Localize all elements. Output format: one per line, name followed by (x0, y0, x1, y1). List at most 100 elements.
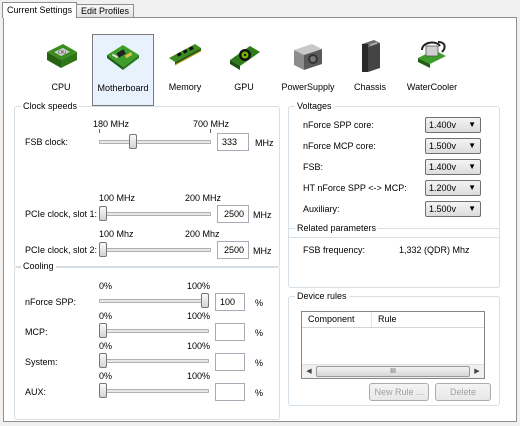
chassis-icon (352, 38, 388, 74)
gpu-icon (226, 38, 262, 74)
cooling-slider-thumb[interactable] (99, 353, 107, 368)
voltage-value: 1.500v (429, 204, 457, 214)
scroll-right-icon[interactable]: ▶ (470, 365, 484, 378)
water-cooler-icon (414, 38, 450, 74)
cooling-slider-thumb[interactable] (99, 383, 107, 398)
cooling-unit-label: % (255, 298, 264, 308)
voltage-value: 1.500v (429, 141, 457, 151)
fsb-slider-track[interactable] (99, 140, 211, 144)
device-rules-group: Device rules Component Rule ◀ III ▶ New … (288, 291, 500, 406)
svg-text:CPU: CPU (58, 50, 66, 55)
pcie-slot2-slider-thumb[interactable] (99, 242, 107, 257)
pcie-slot1-input[interactable]: 2500 (217, 205, 249, 223)
group-title: Cooling (21, 261, 56, 271)
category-label: PowerSupply (281, 82, 335, 92)
horizontal-scrollbar[interactable]: ◀ III ▶ (302, 364, 484, 378)
cooling-slider-track[interactable] (99, 389, 209, 393)
voltages-group: Voltages nForce SPP core: 1.400v ▼ nForce M… (288, 101, 500, 238)
category-water-cooler[interactable]: WaterCooler (400, 34, 464, 106)
pcie-slot2-unit-label: MHz (253, 246, 272, 256)
chevron-down-icon: ▼ (468, 204, 476, 213)
pcie-slot2-input[interactable]: 2500 (217, 241, 249, 259)
tab-edit-profiles[interactable]: Edit Profiles (76, 4, 135, 18)
voltage-label: nForce SPP core: (303, 120, 374, 130)
cooling-value-input[interactable] (215, 353, 245, 371)
cooling-row-label: nForce SPP: (25, 297, 77, 307)
category-label: Memory (168, 82, 202, 92)
cooling-max-label: 100% (187, 371, 211, 381)
category-label: GPU (234, 82, 254, 92)
fsb-frequency-label: FSB frequency: (303, 245, 366, 255)
category-memory[interactable]: Memory (160, 34, 210, 106)
fsb-frequency-value: 1,332 (QDR) Mhz (399, 245, 470, 255)
category-gpu[interactable]: GPU (218, 34, 270, 106)
fsb-unit-label: MHz (255, 138, 274, 148)
cooling-slider-thumb[interactable] (99, 323, 107, 338)
cooling-slider-track[interactable] (99, 329, 209, 333)
cooling-value-input[interactable] (215, 323, 245, 341)
group-title: Device rules (295, 291, 349, 301)
voltage-label: Auxiliary: (303, 204, 340, 214)
voltage-select[interactable]: 1.500v ▼ (425, 201, 481, 217)
category-label: Motherboard (97, 83, 149, 93)
voltage-label: nForce MCP core: (303, 141, 376, 151)
pcie-slot2-max-label: 200 Mhz (185, 229, 220, 239)
cooling-row-label: MCP: (25, 327, 48, 337)
cooling-unit-label: % (255, 388, 264, 398)
voltage-value: 1.400v (429, 162, 457, 172)
cooling-slider-track[interactable] (99, 359, 209, 363)
new-rule-button[interactable]: New Rule ... (369, 383, 429, 401)
voltage-select[interactable]: 1.500v ▼ (425, 138, 481, 154)
motherboard-icon (105, 39, 141, 75)
tab-current-settings[interactable]: Current Settings (2, 2, 78, 18)
category-power-supply[interactable]: PowerSupply (276, 34, 340, 106)
cooling-value-input[interactable]: 100 (215, 293, 245, 311)
cooling-value-input[interactable] (215, 383, 245, 401)
fsb-slider-thumb[interactable] (129, 134, 137, 149)
cooling-min-label: 0% (99, 311, 113, 321)
device-rules-list[interactable]: Component Rule ◀ III ▶ (301, 311, 485, 379)
chevron-down-icon: ▼ (468, 141, 476, 150)
voltage-select[interactable]: 1.400v ▼ (425, 159, 481, 175)
pcie-slot1-slider-thumb[interactable] (99, 206, 107, 221)
memory-icon (167, 38, 203, 74)
chevron-down-icon: ▼ (468, 183, 476, 192)
cooling-slider-track[interactable] (99, 299, 209, 303)
chevron-down-icon: ▼ (468, 120, 476, 129)
cooling-slider-thumb[interactable] (201, 293, 209, 308)
cooling-max-label: 100% (187, 311, 211, 321)
cpu-icon: CPU (43, 38, 79, 74)
pcie-slot1-slider-track[interactable] (101, 212, 211, 216)
cooling-min-label: 0% (99, 281, 113, 291)
fsb-clock-input[interactable]: 333 (217, 133, 249, 151)
category-cpu[interactable]: CPU CPU (36, 34, 86, 106)
pcie-slot2-slider-track[interactable] (101, 248, 211, 252)
settings-panel: CPU CPU Motherboard Memory GPU PowerSupp… (3, 17, 517, 422)
voltage-label: HT nForce SPP <-> MCP: (303, 183, 407, 193)
cooling-unit-label: % (255, 328, 264, 338)
pcie-slot2-min-label: 100 Mhz (99, 229, 134, 239)
scrollbar-thumb[interactable]: III (316, 366, 470, 377)
scroll-left-icon[interactable]: ◀ (302, 365, 316, 378)
clock-speeds-group: Clock speeds FSB clock: 180 MHz 700 MHz … (14, 101, 280, 268)
category-label: Chassis (353, 82, 386, 92)
fsb-ticks (99, 129, 211, 133)
pcie-slot2-label: PCIe clock, slot 2: (25, 245, 98, 255)
column-header-component[interactable]: Component (302, 312, 372, 327)
category-chassis[interactable]: Chassis (346, 34, 394, 106)
cooling-min-label: 0% (99, 371, 113, 381)
voltage-select[interactable]: 1.400v ▼ (425, 117, 481, 133)
category-label: CPU (51, 82, 71, 92)
delete-button[interactable]: Delete (435, 383, 491, 401)
cooling-min-label: 0% (99, 341, 113, 351)
tab-bar: Current Settings Edit Profiles (2, 2, 135, 18)
cooling-max-label: 100% (187, 341, 211, 351)
power-supply-icon (290, 38, 326, 74)
list-header: Component Rule (302, 312, 484, 328)
category-motherboard[interactable]: Motherboard (92, 34, 154, 106)
cooling-unit-label: % (255, 358, 264, 368)
column-header-rule[interactable]: Rule (372, 312, 484, 327)
group-title: Clock speeds (21, 101, 80, 111)
related-parameters-group: Related parameters FSB frequency: 1,332 … (288, 223, 500, 288)
voltage-select[interactable]: 1.200v ▼ (425, 180, 481, 196)
